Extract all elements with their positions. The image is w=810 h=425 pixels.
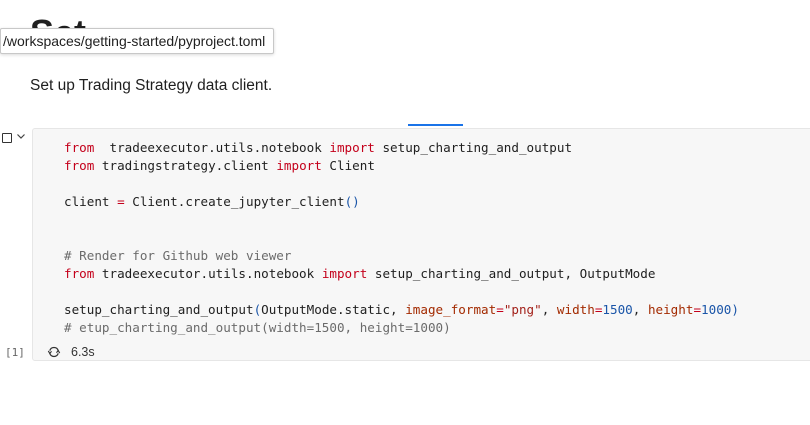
code-line[interactable]: setup_charting_and_output(OutputMode.sta… — [64, 302, 739, 317]
code-token: "png" — [503, 302, 542, 317]
code-token: 1000 — [701, 302, 732, 317]
code-token: from — [64, 158, 95, 173]
code-line[interactable]: from tradeexecutor.utils.notebook import… — [64, 140, 572, 155]
code-token: client — [64, 194, 118, 209]
code-token: , — [632, 302, 648, 317]
code-token: , — [541, 302, 557, 317]
code-token: = — [693, 302, 702, 317]
code-token: setup_charting_and_output — [64, 302, 254, 317]
code-line[interactable]: # etup_charting_and_output(width=1500, h… — [64, 320, 451, 335]
code-token: ) — [731, 302, 739, 317]
code-token: tradeexecutor.utils.notebook — [94, 266, 322, 281]
code-line[interactable]: from tradeexecutor.utils.notebook import… — [64, 266, 655, 281]
code-token: width — [556, 302, 595, 317]
chevron-down-icon[interactable] — [16, 131, 26, 141]
execution-count: [1] — [5, 346, 25, 359]
code-editor[interactable]: from tradeexecutor.utils.notebook import… — [64, 139, 739, 337]
checkbox-icon[interactable] — [2, 133, 12, 143]
code-token: OutputMode.static, — [261, 302, 406, 317]
code-token: from — [64, 140, 95, 155]
code-token: setup_charting_and_output, OutputMode — [367, 266, 656, 281]
code-token: import — [329, 140, 375, 155]
code-token: Client — [321, 158, 375, 173]
code-token: tradeexecutor.utils.notebook — [94, 140, 330, 155]
code-token: tradingstrategy.client — [94, 158, 277, 173]
code-token: () — [344, 194, 360, 209]
execution-status: 6.3s — [47, 343, 95, 361]
code-line[interactable]: # Render for Github web viewer — [64, 248, 291, 263]
code-token: height — [647, 302, 694, 317]
code-token: = — [496, 302, 504, 317]
code-token: import — [276, 158, 322, 173]
code-token: 1500 — [602, 302, 633, 317]
code-token: # Render for Github web viewer — [64, 248, 292, 263]
code-line[interactable]: client = Client.create_jupyter_client() — [64, 194, 360, 209]
file-path-tooltip: /workspaces/getting-started/pyproject.to… — [0, 28, 275, 54]
cell-toolbar — [0, 131, 30, 145]
code-token: import — [321, 266, 368, 281]
code-token: = — [117, 194, 125, 209]
refresh-icon — [47, 346, 61, 358]
code-token: image_format — [405, 302, 497, 317]
markdown-cell-text: Set up Trading Strategy data client. — [30, 77, 273, 94]
code-token: from — [64, 266, 95, 281]
code-line[interactable]: from tradingstrategy.client import Clien… — [64, 158, 375, 173]
execution-duration: 6.3s — [71, 345, 95, 359]
code-token: setup_charting_and_output — [374, 140, 573, 155]
code-token: # etup_charting_and_output(width=1500, h… — [64, 320, 451, 335]
code-token: Client.create_jupyter_client — [124, 194, 345, 209]
focus-indicator — [408, 124, 463, 126]
